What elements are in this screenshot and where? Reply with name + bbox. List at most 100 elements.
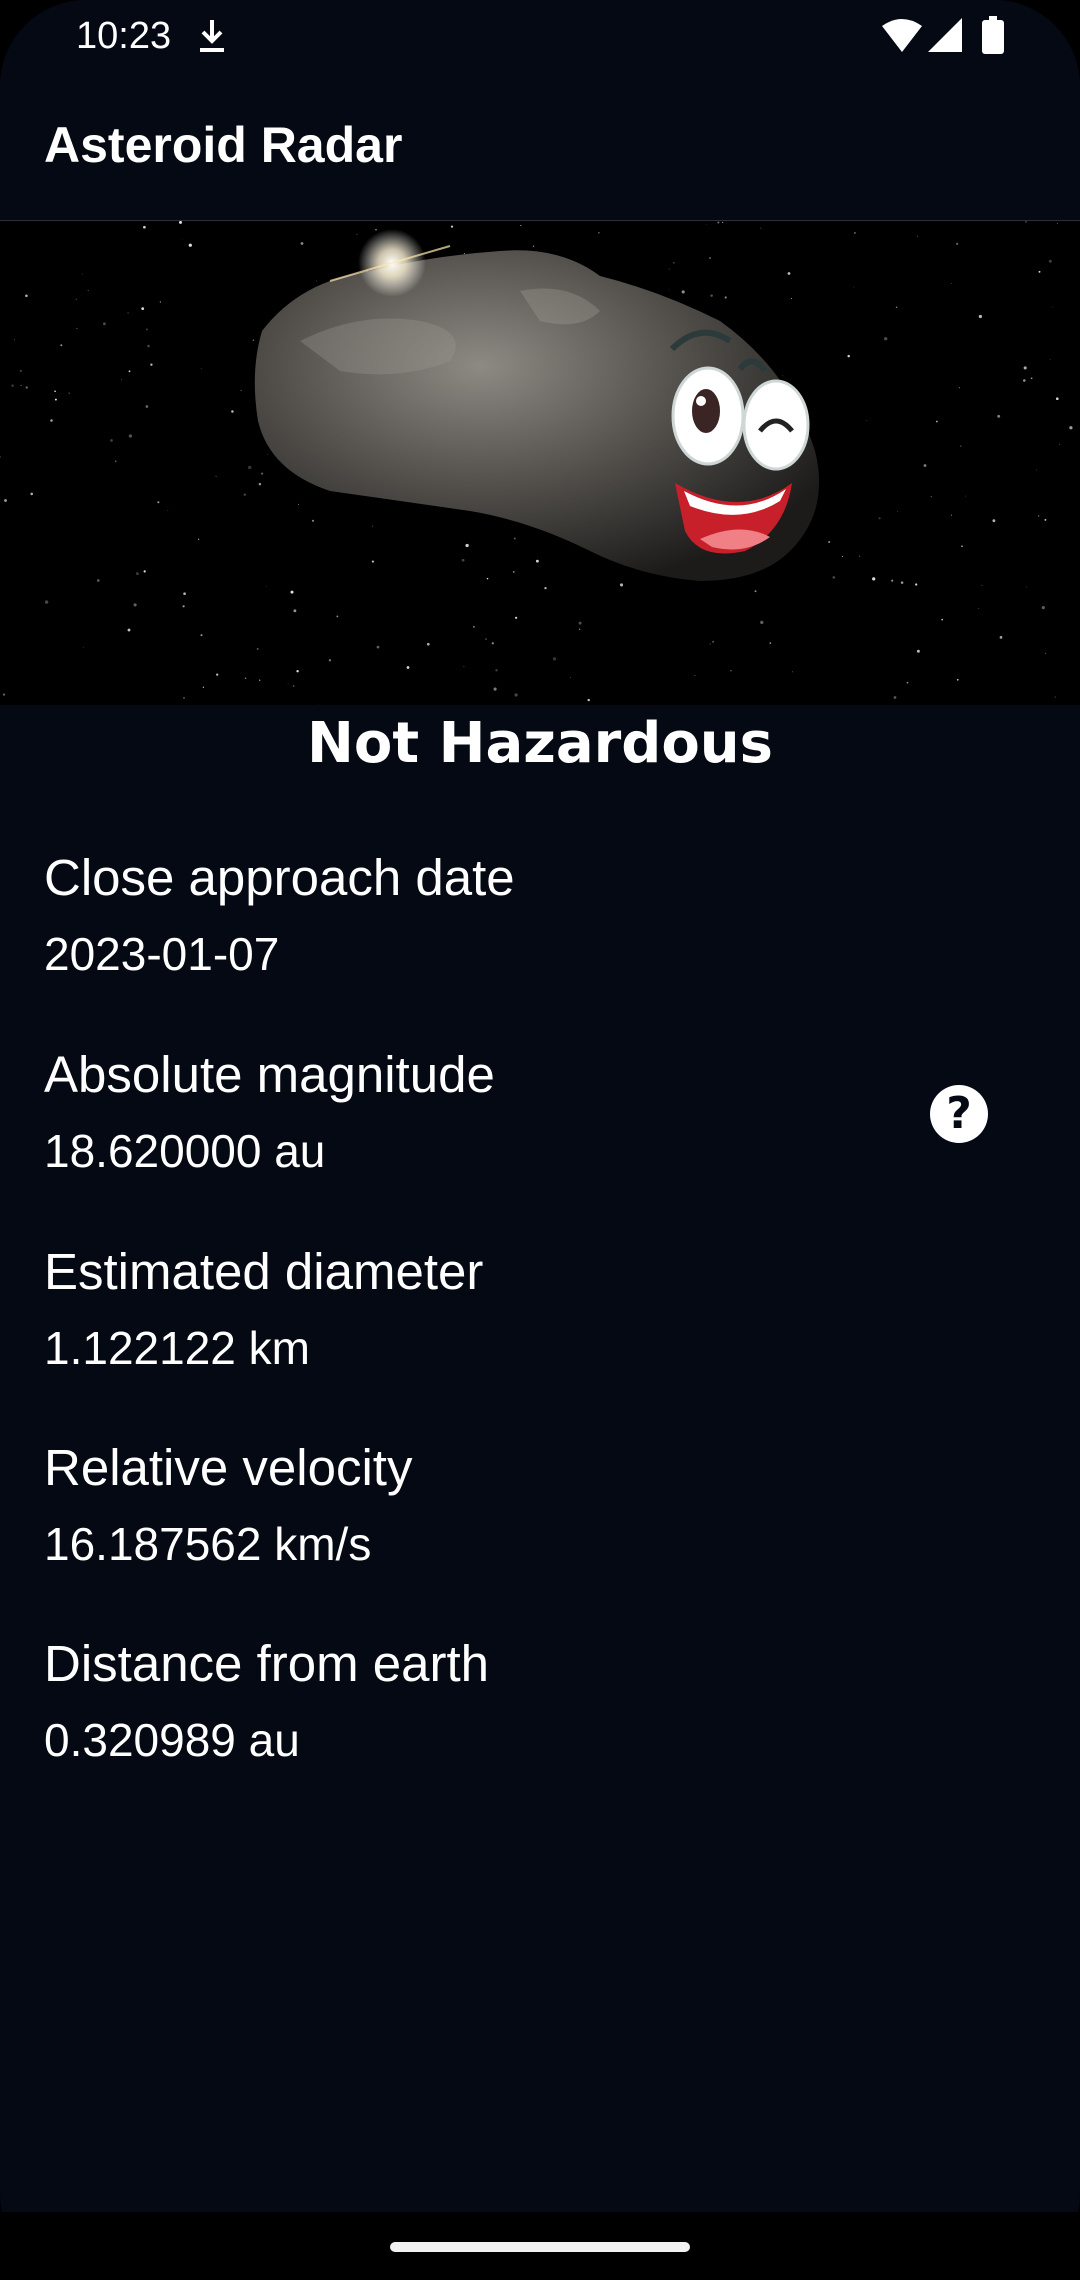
star [75,298,77,300]
star [317,703,319,705]
star [328,659,332,662]
star [965,495,967,497]
battery-icon [982,16,1004,54]
star [514,693,518,697]
star [336,615,339,618]
star [992,519,996,523]
detail-value: 16.187562 km/s [44,1518,372,1570]
star [231,410,234,413]
star [950,283,952,284]
star [1025,221,1027,223]
star [197,538,200,540]
star [760,227,762,229]
star [188,243,192,247]
star [895,306,898,309]
star [296,670,299,673]
star [668,289,670,291]
star [1055,397,1059,401]
star [266,585,268,587]
star [461,558,465,562]
star [958,387,961,389]
star [544,586,547,590]
wifi-icon [882,19,922,52]
star [292,684,295,687]
star [712,641,714,643]
star [1035,469,1037,471]
home-gesture-handle[interactable] [390,2242,690,2252]
star [426,642,430,646]
star [999,636,1003,639]
app-title: Asteroid Radar [44,117,403,173]
star [1025,586,1027,588]
star [1038,270,1041,273]
star [906,681,909,684]
star [515,616,518,619]
star [730,670,732,672]
star [1044,518,1047,521]
star [1023,366,1027,370]
star [128,434,133,438]
star [371,560,374,563]
app-bar: Asteroid Radar [0,72,1080,221]
star [1041,606,1045,610]
star [450,225,454,228]
signal-icon [928,18,962,52]
star [259,679,261,681]
star [82,646,84,648]
star [14,339,15,341]
star [950,514,952,516]
star [60,344,63,347]
star [1059,444,1060,445]
star [1054,696,1056,698]
star [311,519,315,522]
star [145,328,148,331]
star [853,286,855,288]
star [68,392,70,394]
star [484,638,487,641]
star [25,386,28,389]
relative-velocity: Relative velocity 16.187562 km/s [44,1438,924,1572]
star [267,454,269,456]
star [472,625,475,628]
star [287,683,289,685]
star [4,499,7,502]
star [143,570,146,573]
star [181,238,183,240]
star [215,475,217,478]
star [981,585,983,587]
star [552,657,557,661]
status-bar: 10:23 [0,0,1080,72]
star [356,233,358,235]
help-button[interactable]: ? [930,1085,988,1143]
star [1056,223,1058,224]
star [127,312,129,314]
star [121,379,123,381]
star [179,221,182,224]
star [532,245,535,247]
detail-value: 18.620000 au [44,1125,326,1177]
star [769,642,772,644]
absolute-magnitude: Absolute magnitude 18.620000 au [44,1045,924,1179]
star [717,221,720,224]
close-approach-date: Close approach date 2023-01-07 [44,848,924,982]
star [978,314,983,319]
star [578,628,581,630]
star [465,543,469,548]
star [959,445,962,447]
star [891,579,894,582]
star [893,696,897,699]
star [828,541,831,543]
star [706,224,708,226]
star [792,671,793,673]
star [248,465,252,470]
star [157,501,160,504]
star [1030,377,1033,380]
star [244,677,247,680]
star [787,272,791,275]
download-icon [200,20,224,52]
distance-from-earth: Distance from earth 0.320989 au [44,1634,924,1768]
star [19,369,22,373]
star [372,525,374,527]
star [1048,259,1052,263]
star [900,581,904,584]
